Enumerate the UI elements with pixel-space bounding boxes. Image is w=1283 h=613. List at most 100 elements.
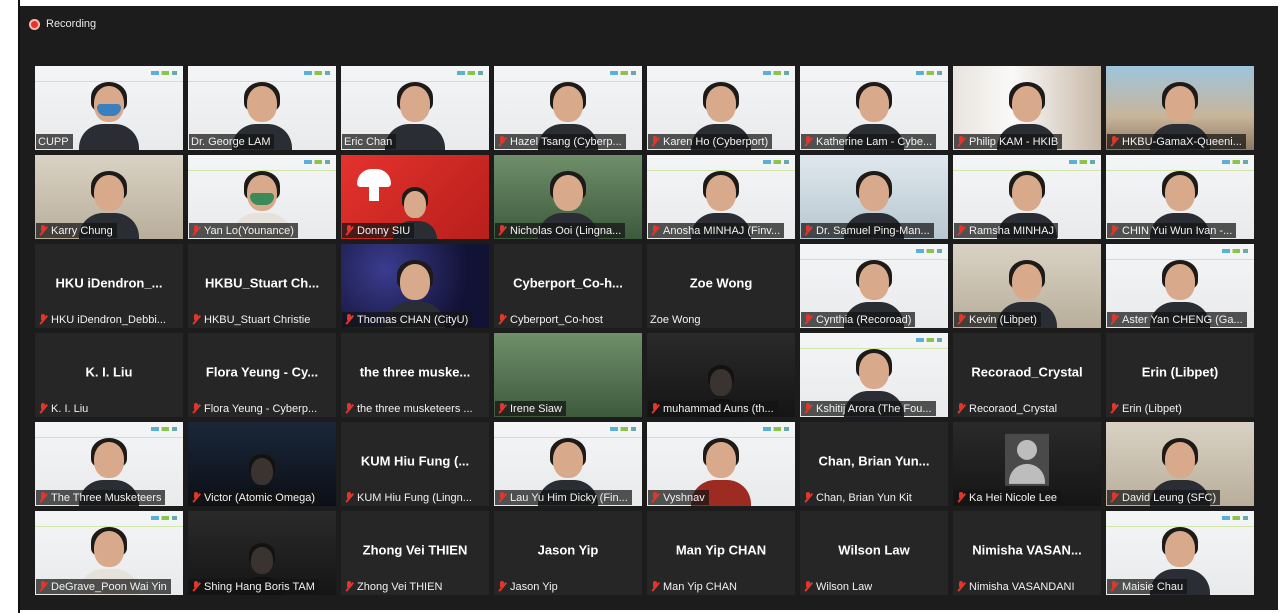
participant-name-label: Dr. Samuel Ping-Man...	[801, 223, 934, 238]
participant-name: Eric Chan	[344, 135, 393, 148]
mic-muted-icon	[497, 403, 507, 414]
participant-name-label: CHIN Yui Wun Ivan -...	[1107, 223, 1237, 238]
participant-name: Thomas CHAN (CityU)	[357, 313, 469, 326]
participant-name-label: Zoe Wong	[648, 312, 705, 327]
participant-tile[interactable]: Karry Chung	[35, 155, 183, 239]
participant-tile[interactable]: Lau Yu Him Dicky (Fin...	[494, 422, 642, 506]
mic-muted-icon	[38, 403, 48, 414]
participant-tile[interactable]: The Three Musketeers	[35, 422, 183, 506]
participant-tile[interactable]: Cynthia (Recoroad)	[800, 244, 948, 328]
participant-name: Flora Yeung - Cyberp...	[204, 402, 318, 415]
participant-tile[interactable]: CHIN Yui Wun Ivan -...	[1106, 155, 1254, 239]
participant-tile[interactable]: Thomas CHAN (CityU)	[341, 244, 489, 328]
participant-tile[interactable]: Maisie Chau	[1106, 511, 1254, 595]
participant-tile[interactable]: Zhong Vei THIEN Zhong Vei THIEN	[341, 511, 489, 595]
participant-name: CHIN Yui Wun Ivan -...	[1122, 224, 1233, 237]
participant-tile[interactable]: DeGrave_Poon Wai Yin	[35, 511, 183, 595]
participant-tile[interactable]: Philip KAM - HKIB	[953, 66, 1101, 150]
mic-muted-icon	[1109, 492, 1119, 503]
participant-name: Wilson Law	[816, 580, 873, 593]
participant-tile[interactable]: CUPP	[35, 66, 183, 150]
participant-name: Katherine Lam - Cybe...	[816, 135, 933, 148]
participant-name-label: Karry Chung	[36, 223, 117, 238]
participant-tile[interactable]: Ka Hei Nicole Lee	[953, 422, 1101, 506]
mic-muted-icon	[1109, 136, 1119, 147]
mic-muted-icon	[497, 492, 507, 503]
participant-name-label: muhammad Auns (th...	[648, 401, 778, 416]
participant-name-label: CUPP	[36, 134, 73, 149]
participant-tile[interactable]: HKU iDendron_... HKU iDendron_Debbi...	[35, 244, 183, 328]
recording-label: Recording	[46, 18, 97, 30]
participant-name-label: Cyberport_Co-host	[495, 312, 607, 327]
participant-name: muhammad Auns (th...	[663, 402, 774, 415]
participant-name-label: Cynthia (Recoroad)	[801, 312, 916, 327]
participant-tile[interactable]: KUM Hiu Fung (... KUM Hiu Fung (Lingn...	[341, 422, 489, 506]
mic-muted-icon	[650, 492, 660, 503]
participant-name-label: Jason Yip	[495, 579, 562, 594]
participant-tile[interactable]: K. I. Liu K. I. Liu	[35, 333, 183, 417]
participant-tile[interactable]: Shing Hang Boris TAM	[188, 511, 336, 595]
participant-name: Vyshnav	[663, 491, 705, 504]
participant-tile[interactable]: Dr. Samuel Ping-Man...	[800, 155, 948, 239]
participant-tile[interactable]: Flora Yeung - Cy... Flora Yeung - Cyberp.…	[188, 333, 336, 417]
participant-tile[interactable]: HKBU_Stuart Ch... HKBU_Stuart Christie	[188, 244, 336, 328]
recording-indicator[interactable]: Recording	[29, 16, 96, 32]
participant-name: Maisie Chau	[1122, 580, 1184, 593]
participant-name: Zhong Vei THIEN	[357, 580, 443, 593]
participant-name-label: Wilson Law	[801, 579, 876, 594]
mic-muted-icon	[191, 225, 201, 236]
participant-name-label: Eric Chan	[342, 134, 397, 149]
participant-tile[interactable]: Yan Lo(Younance)	[188, 155, 336, 239]
participant-name-label: Nicholas Ooi (Lingna...	[495, 223, 626, 238]
participant-name-label: Vyshnav	[648, 490, 709, 505]
participant-tile[interactable]: Wilson Law Wilson Law	[800, 511, 948, 595]
participant-tile[interactable]: Kevin (Libpet)	[953, 244, 1101, 328]
participant-tile[interactable]: HKBU-GamaX-Queeni...	[1106, 66, 1254, 150]
participant-tile[interactable]: Erin (Libpet) Erin (Libpet)	[1106, 333, 1254, 417]
mic-muted-icon	[191, 403, 201, 414]
participant-tile[interactable]: Nimisha VASAN... Nimisha VASANDANI	[953, 511, 1101, 595]
mic-muted-icon	[803, 403, 813, 414]
participant-tile[interactable]: Recoraod_Crystal Recoraod_Crystal	[953, 333, 1101, 417]
participant-tile[interactable]: Ramsha MINHAJ	[953, 155, 1101, 239]
participant-tile[interactable]: Hazel Tsang (Cyberp...	[494, 66, 642, 150]
participant-tile[interactable]: Vyshnav	[647, 422, 795, 506]
participant-name: Nicholas Ooi (Lingna...	[510, 224, 622, 237]
participant-display-name: Jason Yip	[537, 542, 599, 558]
participant-tile[interactable]: Karen Ho (Cyberport)	[647, 66, 795, 150]
participant-tile[interactable]: Nicholas Ooi (Lingna...	[494, 155, 642, 239]
participant-tile[interactable]: Kshitij Arora (The Fou...	[800, 333, 948, 417]
mic-muted-icon	[650, 136, 660, 147]
participant-name-label: Victor (Atomic Omega)	[189, 490, 320, 505]
participant-name-label: Zhong Vei THIEN	[342, 579, 446, 594]
participant-name: Anosha MINHAJ (Finv...	[663, 224, 781, 237]
participant-tile[interactable]: Aster Yan CHENG (Ga...	[1106, 244, 1254, 328]
participant-tile[interactable]: David Leung (SFC)	[1106, 422, 1254, 506]
participant-name: Kshitij Arora (The Fou...	[816, 402, 932, 415]
participant-display-name: Nimisha VASAN...	[972, 542, 1082, 558]
participant-tile[interactable]: Cyberport_Co-h... Cyberport_Co-host	[494, 244, 642, 328]
participant-tile[interactable]: Man Yip CHAN Man Yip CHAN	[647, 511, 795, 595]
participant-name: HKBU_Stuart Christie	[204, 313, 311, 326]
participant-name: Cyberport_Co-host	[510, 313, 603, 326]
participant-tile[interactable]: Jason Yip Jason Yip	[494, 511, 642, 595]
participant-tile[interactable]: Katherine Lam - Cybe...	[800, 66, 948, 150]
participant-tile[interactable]: Eric Chan	[341, 66, 489, 150]
participant-tile[interactable]: Dr. George LAM	[188, 66, 336, 150]
participant-name: DeGrave_Poon Wai Yin	[51, 580, 167, 593]
participant-tile[interactable]: Zoe Wong Zoe Wong	[647, 244, 795, 328]
participant-tile[interactable]: Donny SIU	[341, 155, 489, 239]
participant-tile[interactable]: Chan, Brian Yun... Chan, Brian Yun Kit	[800, 422, 948, 506]
mic-muted-icon	[497, 136, 507, 147]
participant-tile[interactable]: Victor (Atomic Omega)	[188, 422, 336, 506]
participant-name: The Three Musketeers	[51, 491, 162, 504]
participant-tile[interactable]: muhammad Auns (th...	[647, 333, 795, 417]
record-icon	[29, 18, 40, 30]
participant-tile[interactable]: Irene Siaw	[494, 333, 642, 417]
participant-name: Ramsha MINHAJ	[969, 224, 1054, 237]
participant-tile[interactable]: the three muske... the three musketeers .…	[341, 333, 489, 417]
mic-muted-icon	[38, 492, 48, 503]
participant-name-label: Ramsha MINHAJ	[954, 223, 1058, 238]
mushroom-logo-icon	[357, 169, 391, 201]
participant-tile[interactable]: Anosha MINHAJ (Finv...	[647, 155, 795, 239]
